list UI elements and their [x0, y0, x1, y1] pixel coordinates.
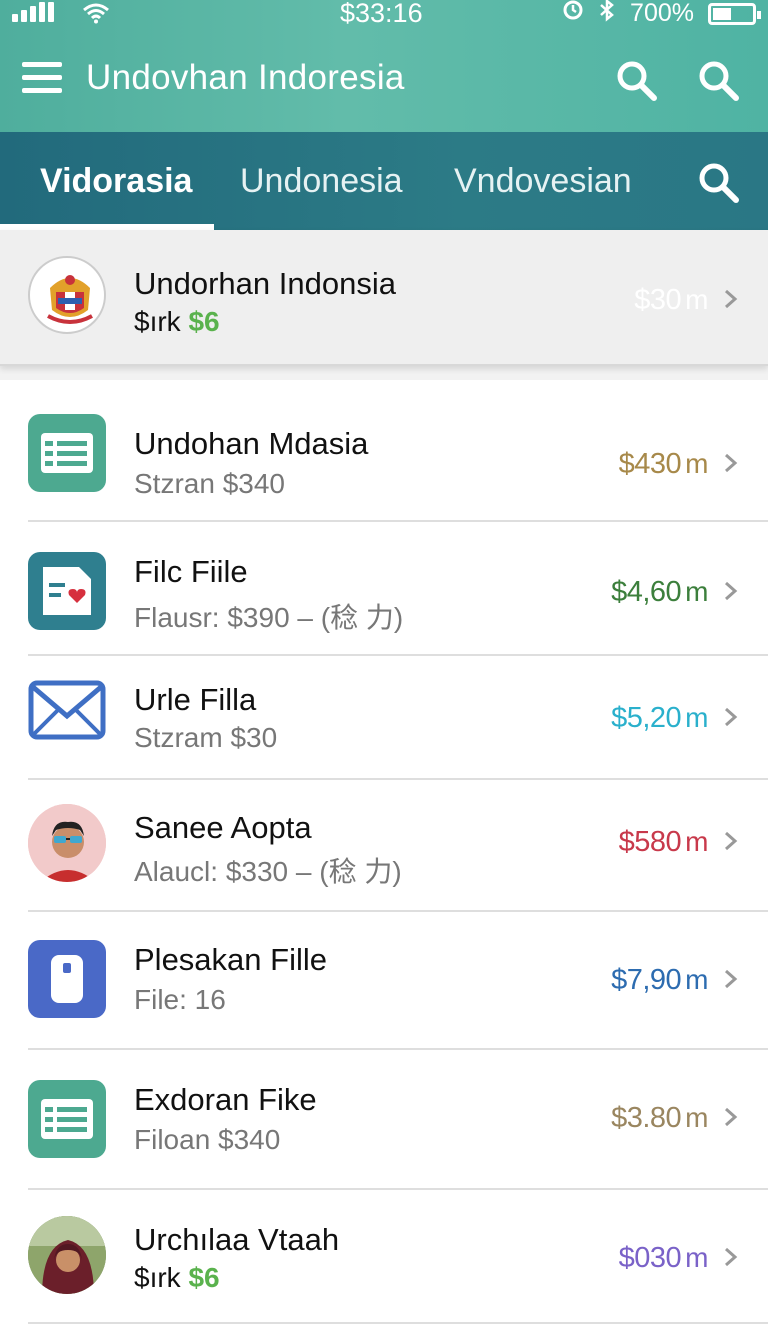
- item-amount: $30 m: [634, 284, 708, 316]
- list-item[interactable]: Undorhan Indonsia $ırk $6 $30 m: [0, 230, 768, 366]
- avatar-man-icon: [28, 804, 106, 882]
- item-amount: $580 m: [618, 826, 709, 858]
- chevron-right-icon: [722, 1246, 740, 1267]
- item-list: Undorhan Indonsia $ırk $6 $30 m Undohan M…: [0, 230, 768, 1324]
- search-icon[interactable]: [614, 58, 658, 107]
- item-subtitle: Alaucl: $330 – (稔 力): [134, 856, 402, 887]
- search-icon[interactable]: [696, 58, 740, 107]
- item-title: Sanee Aopta: [134, 810, 312, 845]
- item-title: Urchılaa Vtaah: [134, 1222, 340, 1257]
- list-item[interactable]: Plesakan Fille File: 16 $7,90 m: [0, 912, 768, 1050]
- item-subtitle: Stzram $30: [134, 722, 278, 753]
- emblem-icon: [28, 256, 106, 334]
- item-title: Undorhan Indonsia: [134, 266, 396, 301]
- list-item[interactable]: Undohan Mdasia Stzran $340 $430 m: [0, 380, 768, 522]
- item-amount: $4,60 m: [611, 576, 708, 608]
- battery-icon: [708, 2, 761, 25]
- app-bar: Undovhan Indoresia: [0, 44, 768, 116]
- item-subtitle: Filoan $340: [134, 1124, 281, 1155]
- list-item[interactable]: Exdoran Fike Filoan $340 $3.80 m: [0, 1050, 768, 1190]
- list-item[interactable]: Sanee Aopta Alaucl: $330 – (稔 力) $580 m: [0, 780, 768, 912]
- wifi-icon: [82, 0, 110, 31]
- alarm-icon: [562, 0, 584, 28]
- app-title: Undovhan Indoresia: [86, 58, 405, 97]
- item-amount: $3.80 m: [611, 1102, 708, 1134]
- chevron-right-icon: [722, 830, 740, 851]
- list-item[interactable]: Filc Fiile Flausr: $390 – (稔 力) $4,60 m: [0, 522, 768, 656]
- item-subtitle: Stzran $340: [134, 468, 285, 499]
- list-item[interactable]: Urle Filla Stzram $30 $5,20 m: [0, 656, 768, 780]
- item-subtitle: File: 16: [134, 984, 226, 1015]
- device-icon: [28, 940, 106, 1018]
- item-title: Exdoran Fike: [134, 1082, 317, 1117]
- search-icon[interactable]: [696, 160, 740, 209]
- tab-bar: Vidorasia Undonesia Vndovesian: [0, 132, 768, 230]
- battery-percent: 700%: [630, 0, 694, 27]
- tab-undonesia[interactable]: Undonesia: [240, 162, 403, 201]
- item-subtitle: $ırk $6: [134, 1262, 220, 1293]
- mail-icon: [28, 680, 106, 742]
- item-amount: $030 m: [618, 1242, 709, 1274]
- item-title: Undohan Mdasia: [134, 426, 369, 461]
- item-title: Urle Filla: [134, 682, 257, 717]
- item-amount: $5,20 m: [611, 702, 708, 734]
- item-subtitle: $ırk $6: [134, 306, 220, 337]
- list-icon: [28, 1080, 106, 1158]
- item-amount: $430 m: [618, 448, 709, 480]
- item-subtitle: Flausr: $390 – (稔 力): [134, 602, 404, 633]
- signal-icon: [12, 2, 54, 22]
- item-title: Filc Fiile: [134, 554, 248, 589]
- item-title: Plesakan Fille: [134, 942, 327, 977]
- avatar-woman-icon: [28, 1216, 106, 1294]
- status-bar: $33:16 700%: [0, 0, 768, 28]
- chevron-right-icon: [722, 288, 740, 309]
- list-item[interactable]: Urchılaa Vtaah $ırk $6 $030 m: [0, 1190, 768, 1324]
- status-time: $33:16: [340, 0, 423, 28]
- chevron-right-icon: [722, 706, 740, 727]
- item-amount: $7,90 m: [611, 964, 708, 996]
- tab-vndovesian[interactable]: Vndovesian: [454, 162, 632, 201]
- chevron-right-icon: [722, 968, 740, 989]
- tab-vidorasia[interactable]: Vidorasia: [40, 162, 192, 201]
- bluetooth-icon: [598, 0, 616, 29]
- menu-icon[interactable]: [22, 62, 64, 94]
- file-heart-icon: [28, 552, 106, 630]
- list-icon: [28, 414, 106, 492]
- chevron-right-icon: [722, 580, 740, 601]
- app-header: $33:16 700% Undovhan Indoresia: [0, 0, 768, 132]
- chevron-right-icon: [722, 1106, 740, 1127]
- chevron-right-icon: [722, 452, 740, 473]
